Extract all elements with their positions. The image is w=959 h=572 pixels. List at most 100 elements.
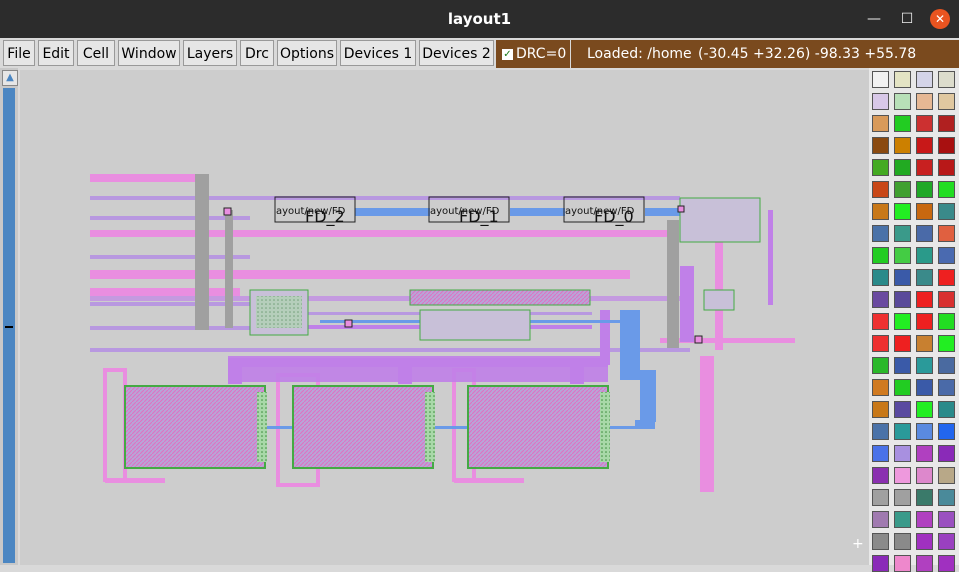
layer-swatch[interactable] [938, 181, 955, 198]
layer-swatch[interactable] [938, 93, 955, 110]
layer-swatch[interactable] [916, 269, 933, 286]
drc-toggle[interactable]: ✓ DRC=0 [496, 40, 570, 68]
layer-swatch[interactable] [894, 445, 911, 462]
layer-swatch[interactable] [916, 137, 933, 154]
layer-swatch[interactable] [916, 181, 933, 198]
minimize-icon[interactable]: — [864, 9, 884, 29]
layer-swatch[interactable] [894, 357, 911, 374]
layer-swatch[interactable] [916, 489, 933, 506]
menu-cell[interactable]: Cell [77, 40, 115, 66]
layer-swatch[interactable] [916, 159, 933, 176]
menu-file[interactable]: File [3, 40, 35, 66]
menu-edit[interactable]: Edit [38, 40, 74, 66]
layer-swatch[interactable] [916, 467, 933, 484]
layer-swatch[interactable] [938, 467, 955, 484]
layer-swatch[interactable] [894, 291, 911, 308]
layer-swatch[interactable] [872, 225, 889, 242]
menu-options[interactable]: Options [277, 40, 337, 66]
layer-swatch[interactable] [894, 313, 911, 330]
layer-swatch[interactable] [894, 269, 911, 286]
menu-drc[interactable]: Drc [240, 40, 274, 66]
layer-swatch[interactable] [872, 203, 889, 220]
layer-swatch[interactable] [938, 313, 955, 330]
layer-swatch[interactable] [916, 203, 933, 220]
layer-swatch[interactable] [938, 71, 955, 88]
layer-swatch[interactable] [894, 489, 911, 506]
layer-swatch[interactable] [894, 511, 911, 528]
layer-swatch[interactable] [916, 555, 933, 572]
layer-swatch[interactable] [916, 71, 933, 88]
layer-swatch[interactable] [872, 137, 889, 154]
layer-swatch[interactable] [894, 71, 911, 88]
layer-swatch[interactable] [938, 357, 955, 374]
layer-swatch[interactable] [938, 291, 955, 308]
layer-swatch[interactable] [872, 159, 889, 176]
layout-canvas[interactable]: ayout/new/FD FD_2 ayout/new/FD FD_1 ayou… [20, 70, 869, 565]
cell-instance-fd2[interactable]: ayout/new/FD FD_2 [274, 196, 356, 227]
layer-swatch[interactable] [894, 137, 911, 154]
menu-window[interactable]: Window [118, 40, 180, 66]
layer-swatch[interactable] [938, 115, 955, 132]
layer-swatch[interactable] [916, 445, 933, 462]
layer-swatch[interactable] [894, 225, 911, 242]
layer-swatch[interactable] [894, 203, 911, 220]
layer-swatch[interactable] [894, 423, 911, 440]
maximize-icon[interactable]: ☐ [897, 9, 917, 29]
layer-swatch[interactable] [938, 247, 955, 264]
layer-swatch[interactable] [872, 511, 889, 528]
layer-swatch[interactable] [872, 445, 889, 462]
layer-swatch[interactable] [894, 555, 911, 572]
menu-devices-1[interactable]: Devices 1 [340, 40, 416, 66]
layer-swatch[interactable] [872, 93, 889, 110]
layer-swatch[interactable] [872, 181, 889, 198]
layer-swatch[interactable] [916, 401, 933, 418]
layer-swatch[interactable] [938, 555, 955, 572]
arrow-up-icon[interactable]: ▲ [2, 70, 18, 86]
layer-swatch[interactable] [938, 401, 955, 418]
cell-instance-fd0[interactable]: ayout/new/FD FD_0 [563, 196, 645, 227]
layer-swatch[interactable] [916, 93, 933, 110]
layer-swatch[interactable] [894, 467, 911, 484]
layer-swatch[interactable] [894, 159, 911, 176]
layer-swatch[interactable] [894, 379, 911, 396]
layer-swatch[interactable] [938, 159, 955, 176]
layer-swatch[interactable] [916, 313, 933, 330]
checkbox-icon[interactable]: ✓ [502, 48, 513, 60]
layer-swatch[interactable] [894, 335, 911, 352]
layer-swatch[interactable] [916, 115, 933, 132]
menu-devices-2[interactable]: Devices 2 [419, 40, 494, 66]
layer-swatch[interactable] [916, 291, 933, 308]
layer-swatch[interactable] [938, 423, 955, 440]
layer-swatch[interactable] [894, 247, 911, 264]
layer-swatch[interactable] [938, 489, 955, 506]
layer-swatch[interactable] [916, 247, 933, 264]
layer-swatch[interactable] [916, 533, 933, 550]
layer-swatch[interactable] [872, 357, 889, 374]
close-icon[interactable]: ✕ [930, 9, 950, 29]
layer-swatch[interactable] [872, 423, 889, 440]
layer-swatch[interactable] [872, 379, 889, 396]
layer-swatch[interactable] [872, 335, 889, 352]
layer-swatch[interactable] [894, 533, 911, 550]
layer-swatch[interactable] [916, 511, 933, 528]
layer-swatch[interactable] [938, 511, 955, 528]
layer-swatch[interactable] [938, 379, 955, 396]
menu-layers[interactable]: Layers [183, 40, 237, 66]
layer-swatch[interactable] [938, 445, 955, 462]
layer-swatch[interactable] [894, 93, 911, 110]
layer-swatch[interactable] [894, 181, 911, 198]
layer-swatch[interactable] [872, 467, 889, 484]
layer-swatch[interactable] [938, 137, 955, 154]
vertical-scrollbar[interactable]: ▲ [0, 68, 18, 565]
layer-swatch[interactable] [916, 379, 933, 396]
layer-swatch[interactable] [938, 225, 955, 242]
layer-swatch[interactable] [872, 555, 889, 572]
layer-swatch[interactable] [872, 533, 889, 550]
layer-swatch[interactable] [916, 357, 933, 374]
layer-swatch[interactable] [938, 203, 955, 220]
layer-swatch[interactable] [916, 423, 933, 440]
cell-instance-fd1[interactable]: ayout/new/FD FD_1 [428, 196, 510, 227]
layer-swatch[interactable] [872, 401, 889, 418]
layer-swatch[interactable] [916, 335, 933, 352]
layout-drawing[interactable]: ayout/new/FD FD_2 ayout/new/FD FD_1 ayou… [20, 70, 869, 565]
